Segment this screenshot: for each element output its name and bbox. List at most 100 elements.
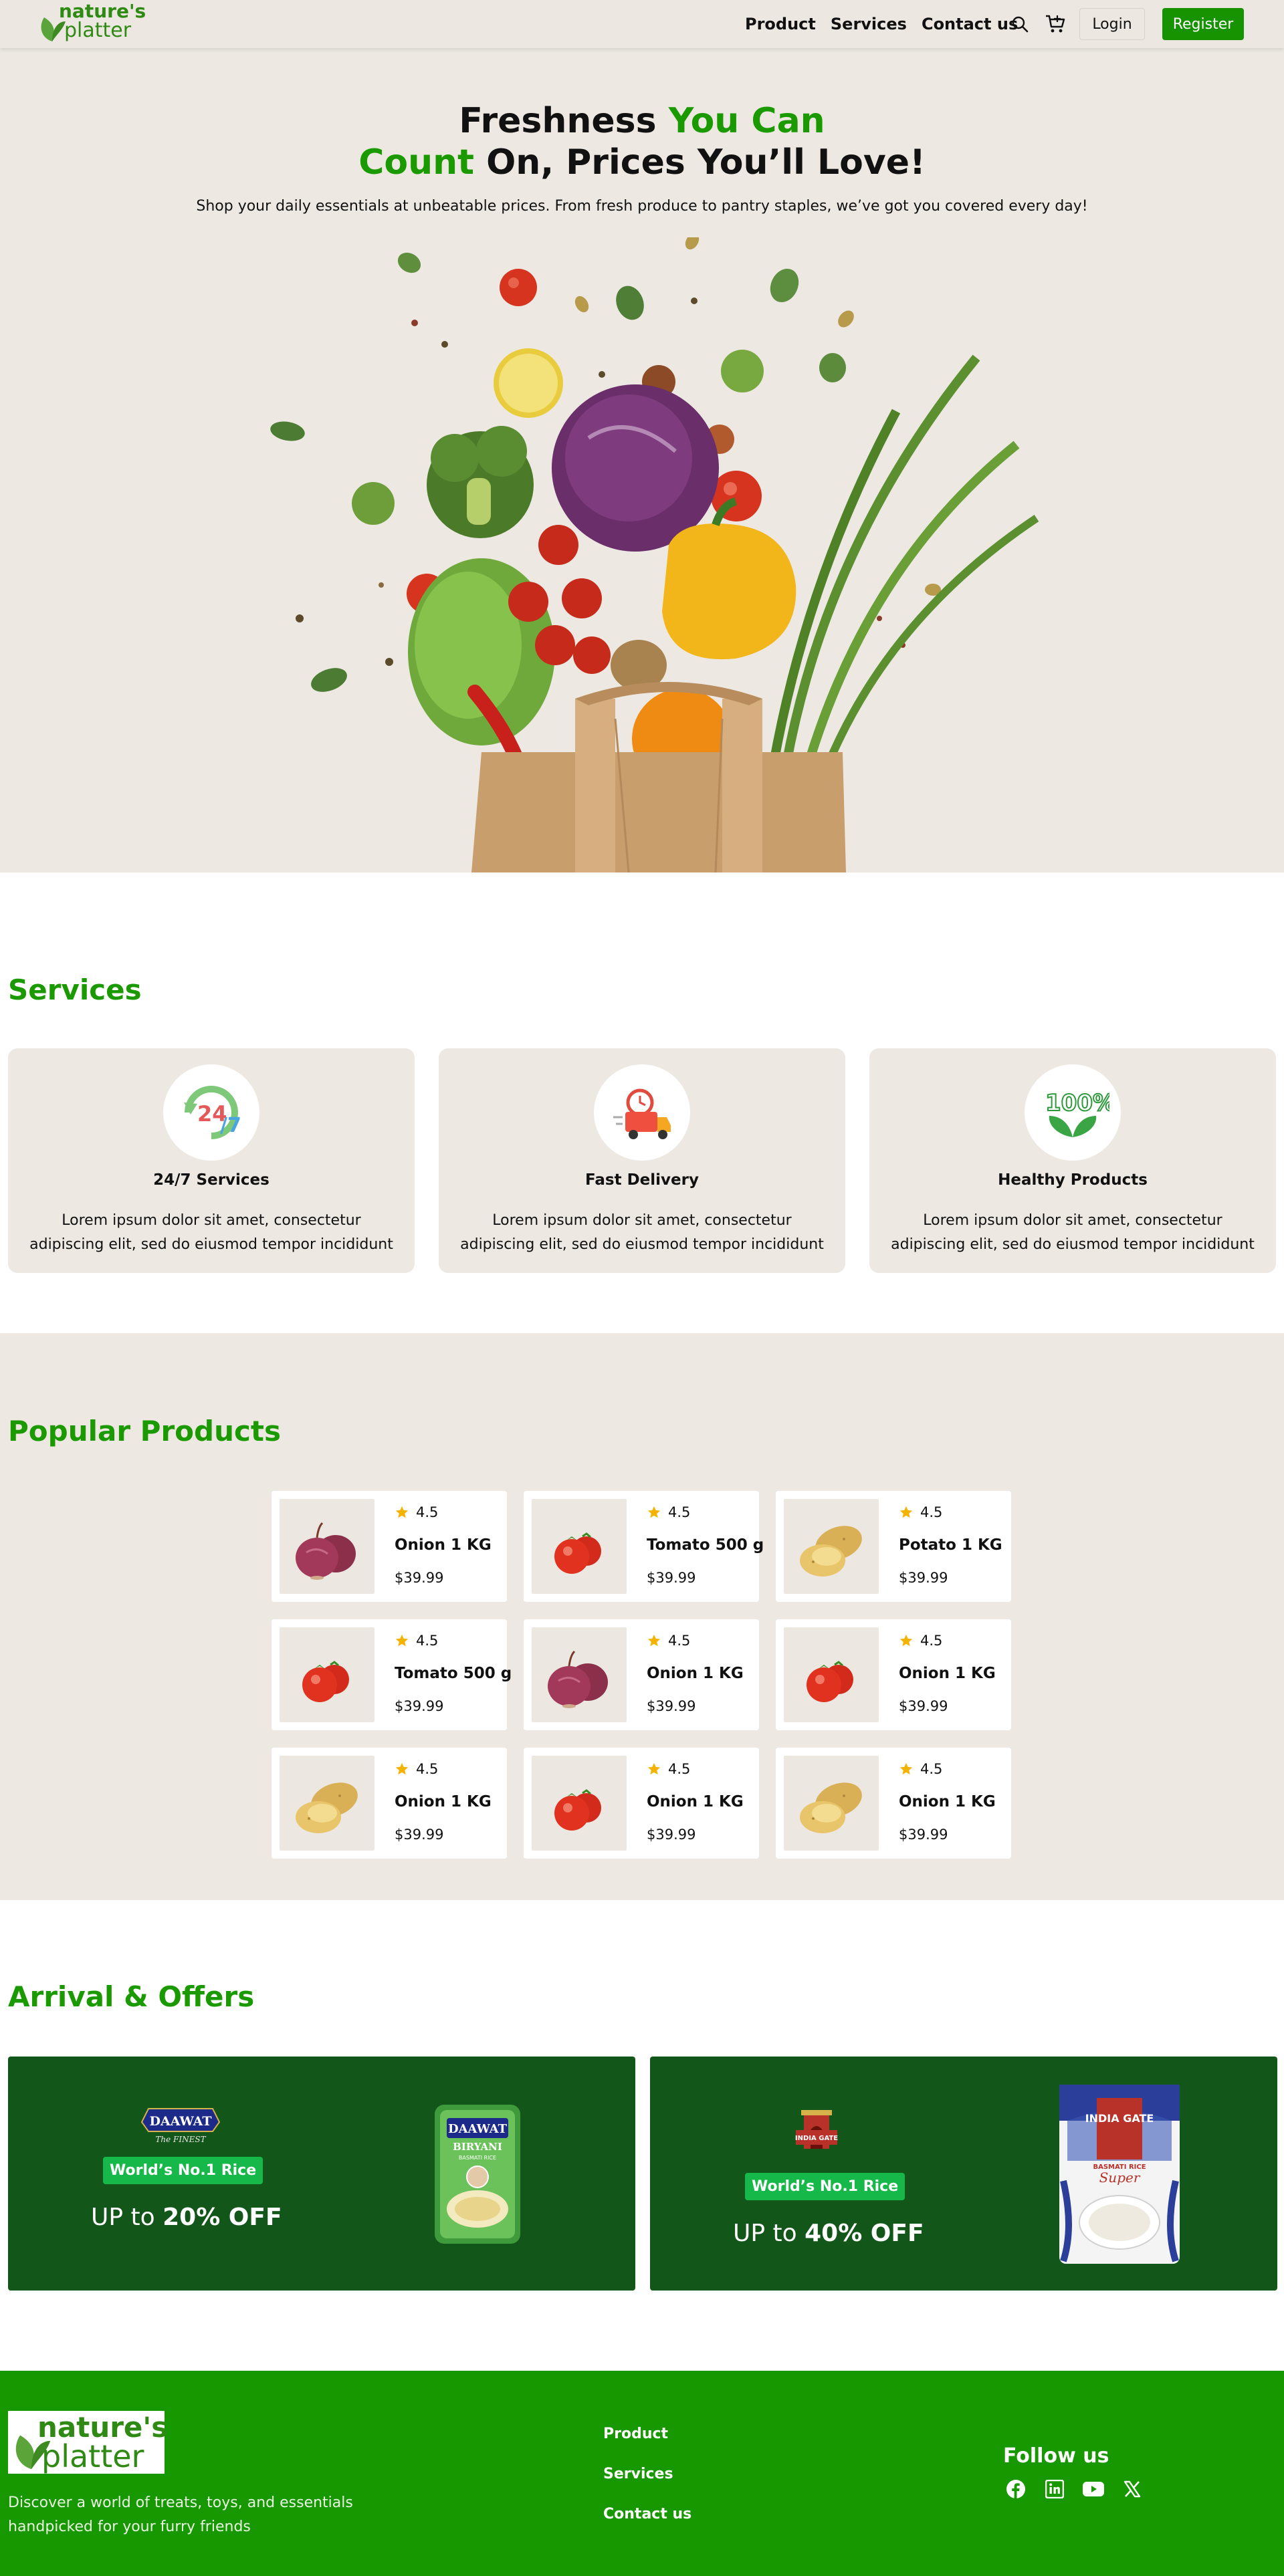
product-image — [532, 1627, 627, 1722]
login-button[interactable]: Login — [1079, 8, 1145, 40]
offer-discount-text: UP to 20% OFF — [91, 2204, 282, 2231]
product-name: Onion 1 KG — [899, 1793, 996, 1810]
hero-title-highlight: Count — [358, 142, 474, 183]
offers-title: Arrival & Offers — [8, 1980, 255, 2013]
service-desc: Lorem ipsum dolor sit amet, consectetur … — [29, 1212, 393, 1253]
follow-us-title: Follow us — [1003, 2444, 1109, 2468]
facebook-icon[interactable] — [1004, 2478, 1027, 2500]
product-image — [784, 1627, 879, 1722]
rating-value: 4.5 — [668, 1633, 691, 1649]
product-name: Potato 1 KG — [899, 1536, 1002, 1554]
nav-links: Product Services Contact us — [745, 15, 1018, 33]
24-7-icon: 24 /7 — [184, 1086, 241, 1139]
star-icon — [395, 1506, 409, 1518]
svg-text:/7: /7 — [220, 1114, 241, 1137]
product-name: Onion 1 KG — [395, 1536, 492, 1554]
india-gate-rice-pack-image: INDIA GATE BASMATI RICE Super — [1059, 2085, 1180, 2264]
svg-text:DAAWAT: DAAWAT — [448, 2122, 508, 2136]
100-percent-leaf-icon: 100% — [1045, 1089, 1109, 1137]
product-price: $39.99 — [395, 1698, 444, 1714]
product-card[interactable]: 4.5 Tomato 500 g $39.99 — [524, 1491, 764, 1602]
product-card[interactable]: 4.5 Onion 1 KG $39.99 — [524, 1619, 759, 1730]
svg-text:100%: 100% — [1045, 1090, 1109, 1117]
rating-value: 4.5 — [920, 1761, 943, 1777]
nav-link-product[interactable]: Product — [745, 15, 816, 33]
product-card[interactable]: 4.5 Potato 1 KG $39.99 — [776, 1491, 1011, 1602]
product-price: $39.99 — [395, 1827, 444, 1843]
product-rating: 4.5 — [647, 1504, 690, 1520]
register-button[interactable]: Register — [1162, 8, 1244, 40]
hero-title: Freshness You Can Count On, Prices You’l… — [0, 100, 1284, 183]
product-rating: 4.5 — [395, 1761, 438, 1777]
nav-link-services[interactable]: Services — [831, 15, 907, 33]
product-image — [280, 1499, 374, 1594]
product-price: $39.99 — [647, 1570, 696, 1586]
product-name: Tomato 500 g — [647, 1536, 764, 1554]
offer-card[interactable]: INDIA GATE World’s No.1 Rice UP to 40% O… — [650, 2057, 1277, 2291]
products-title: Popular Products — [8, 1415, 281, 1447]
services-title: Services — [8, 973, 142, 1006]
footer-link-product[interactable]: Product — [603, 2426, 691, 2443]
offer-prefix: UP to — [733, 2220, 805, 2247]
star-icon — [899, 1762, 913, 1775]
hero-subtitle: Shop your daily essentials at unbeatable… — [196, 198, 1088, 215]
rating-value: 4.5 — [668, 1504, 691, 1520]
product-image — [280, 1756, 374, 1851]
product-card[interactable]: 4.5 Onion 1 KG $39.99 — [524, 1748, 759, 1859]
offer-prefix: UP to — [91, 2204, 163, 2231]
service-icon-wrap — [594, 1064, 690, 1161]
product-rating: 4.5 — [899, 1633, 942, 1649]
offer-card[interactable]: DAAWAT The FINEST World’s No.1 Rice UP t… — [8, 2057, 635, 2291]
offer-badge: World’s No.1 Rice — [103, 2157, 263, 2184]
product-card[interactable]: 4.5 Onion 1 KG $39.99 — [272, 1748, 507, 1859]
product-image — [532, 1499, 627, 1594]
product-card[interactable]: 4.5 Onion 1 KG $39.99 — [776, 1748, 1011, 1859]
footer-link-contact[interactable]: Contact us — [603, 2506, 691, 2523]
top-navbar: nature's platter Product Services Contac… — [0, 0, 1284, 48]
linkedin-icon[interactable] — [1043, 2478, 1066, 2500]
service-title: Fast Delivery — [585, 1171, 699, 1189]
product-card[interactable]: 4.5 Onion 1 KG $39.99 — [776, 1619, 1011, 1730]
svg-text:INDIA GATE: INDIA GATE — [795, 2135, 838, 2142]
rating-value: 4.5 — [416, 1761, 439, 1777]
product-rating: 4.5 — [899, 1761, 942, 1777]
star-icon — [647, 1762, 661, 1775]
svg-text:INDIA GATE: INDIA GATE — [1085, 2112, 1154, 2125]
x-icon[interactable] — [1121, 2478, 1144, 2500]
rating-value: 4.5 — [416, 1504, 439, 1520]
hero-section: Freshness You Can Count On, Prices You’l… — [0, 0, 1284, 872]
cart-icon[interactable] — [1045, 13, 1066, 34]
footer-links: Product Services Contact us — [603, 2426, 691, 2523]
footer: nature's platter Discover a world of tre… — [0, 2371, 1284, 2576]
service-title: 24/7 Services — [153, 1171, 270, 1189]
product-image — [532, 1756, 627, 1851]
rating-value: 4.5 — [668, 1761, 691, 1777]
service-card: 100% Healthy Products Lorem ipsum dolor … — [869, 1048, 1276, 1273]
product-rating: 4.5 — [647, 1761, 690, 1777]
nav-link-contact[interactable]: Contact us — [922, 15, 1018, 33]
service-icon-wrap: 24 /7 — [163, 1064, 259, 1161]
brand-logo[interactable]: nature's platter — [37, 1, 146, 44]
footer-link-services[interactable]: Services — [603, 2466, 691, 2483]
product-rating: 4.5 — [647, 1633, 690, 1649]
offer-badge: World’s No.1 Rice — [745, 2173, 905, 2200]
offer-discount: 40% OFF — [805, 2220, 924, 2247]
footer-description: Discover a world of treats, toys, and es… — [8, 2494, 353, 2535]
youtube-icon[interactable] — [1082, 2478, 1105, 2500]
product-image — [280, 1627, 374, 1722]
product-card[interactable]: 4.5 Onion 1 KG $39.99 — [272, 1491, 507, 1602]
footer-logo[interactable]: nature's platter — [8, 2411, 168, 2474]
product-name: Onion 1 KG — [647, 1793, 744, 1810]
offer-discount: 20% OFF — [163, 2204, 282, 2231]
offer-discount-text: UP to 40% OFF — [733, 2220, 924, 2247]
product-price: $39.99 — [899, 1827, 948, 1843]
hero-title-part: On, Prices You’ll Love! — [474, 142, 926, 183]
star-icon — [395, 1634, 409, 1647]
star-icon — [647, 1506, 661, 1518]
star-icon — [395, 1762, 409, 1775]
rating-value: 4.5 — [920, 1504, 943, 1520]
rating-value: 4.5 — [920, 1633, 943, 1649]
search-icon[interactable] — [1011, 15, 1029, 33]
daawat-rice-pack-image: DAAWAT BIRYANI BASMATI RICE — [435, 2105, 520, 2244]
product-card[interactable]: 4.5 Tomato 500 g $39.99 — [272, 1619, 512, 1730]
